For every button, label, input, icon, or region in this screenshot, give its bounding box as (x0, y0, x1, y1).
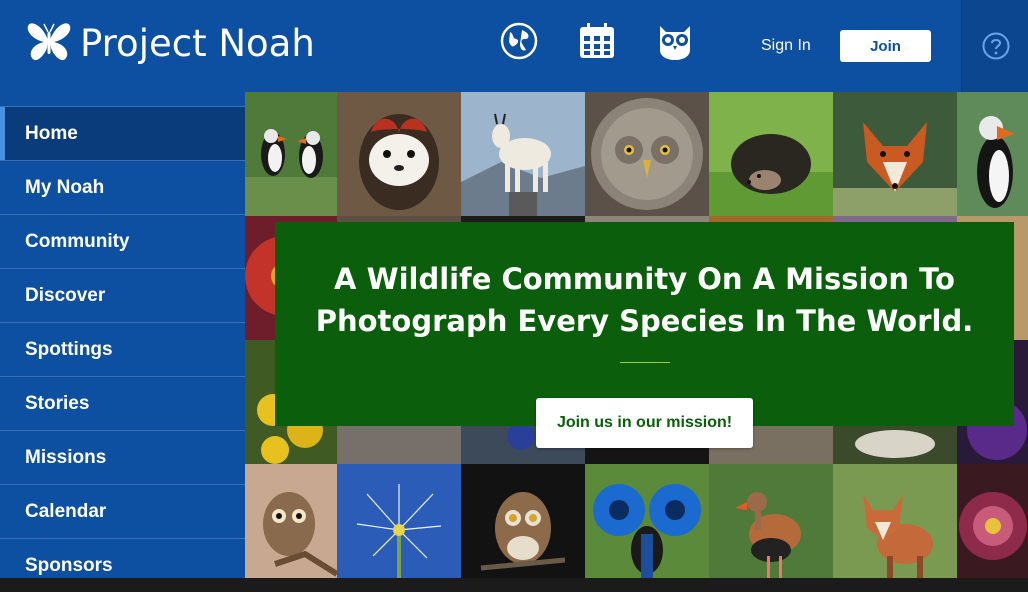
photo-dandelion[interactable] (337, 464, 461, 578)
help-button[interactable] (961, 0, 1028, 92)
sidebar-item-missions[interactable]: Missions (0, 430, 245, 484)
join-button[interactable]: Join (840, 30, 931, 62)
sidebar-item-home[interactable]: Home (0, 106, 245, 160)
join-mission-button[interactable]: Join us in our mission! (536, 398, 753, 448)
mission-title: A Wildlife Community On A Mission To Pho… (275, 258, 1014, 342)
owl-icon[interactable] (656, 22, 694, 60)
mission-divider (619, 362, 670, 363)
logo-text: Project Noah (80, 21, 315, 65)
mission-title-line-2: Photograph Every Species In The World. (315, 304, 974, 338)
logo[interactable]: Project Noah (24, 18, 315, 68)
photo-whistling-duck[interactable] (709, 464, 833, 578)
photo-puffins[interactable] (245, 92, 337, 216)
photo-mountain-goat[interactable] (461, 92, 585, 216)
photo-squirrel[interactable] (337, 92, 461, 216)
sidebar-nav: Home My Noah Community Discover Spotting… (0, 92, 245, 578)
globe-icon[interactable] (500, 22, 538, 60)
photo-saw-whet-owl[interactable] (461, 464, 585, 578)
butterfly-logo-icon (27, 23, 71, 61)
mission-card: A Wildlife Community On A Mission To Pho… (275, 222, 1014, 448)
sidebar-item-calendar[interactable]: Calendar (0, 484, 245, 538)
photo-great-grey-owl[interactable] (585, 92, 709, 216)
mission-title-line-1: A Wildlife Community On A Mission To (334, 262, 955, 296)
photo-fox-kit[interactable] (833, 464, 957, 578)
photo-puffin-fish[interactable] (957, 92, 1028, 216)
photo-small-owl[interactable] (245, 464, 337, 578)
sidebar-item-sponsors[interactable]: Sponsors (0, 538, 245, 592)
sidebar-item-stories[interactable]: Stories (0, 376, 245, 430)
calendar-icon[interactable] (578, 22, 616, 60)
photo-passion-flower[interactable] (957, 464, 1028, 578)
top-header: Project Noah Sign In Join (0, 0, 1028, 92)
sign-in-link[interactable]: Sign In (761, 37, 811, 55)
sidebar-item-spottings[interactable]: Spottings (0, 322, 245, 376)
question-circle-icon (982, 32, 1009, 60)
photo-red-fox[interactable] (833, 92, 957, 216)
photo-blue-damselfly[interactable] (585, 464, 709, 578)
sidebar-item-discover[interactable]: Discover (0, 268, 245, 322)
photo-hedgehog[interactable] (709, 92, 833, 216)
header-nav (500, 22, 694, 60)
sidebar-item-community[interactable]: Community (0, 214, 245, 268)
sidebar-item-my-noah[interactable]: My Noah (0, 160, 245, 214)
